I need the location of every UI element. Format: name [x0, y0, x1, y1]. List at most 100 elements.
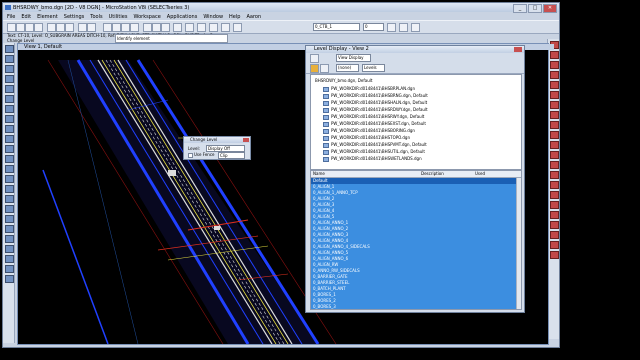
tree-item[interactable]: PW_WORKDIR:d0148441\BHSRWY.dgn, Default	[323, 114, 424, 120]
tree-item[interactable]: PW_WORKDIR:d0148441\BHSHALN.dgn, Default	[323, 100, 427, 106]
tree-item[interactable]: PW_WORKDIR:d0148441\BHSPVMT.dgn, Default	[323, 142, 427, 148]
settings-icon[interactable]	[550, 251, 559, 259]
pattern-icon[interactable]	[5, 205, 14, 213]
corridor-icon[interactable]	[550, 101, 559, 109]
dimension-icon[interactable]	[5, 195, 14, 203]
menu-file[interactable]: File	[7, 14, 15, 20]
menu-help[interactable]: Help	[229, 14, 240, 20]
modify-icon[interactable]	[5, 225, 14, 233]
copy-element-icon[interactable]	[5, 105, 14, 113]
menu-workspace[interactable]: Workspace	[133, 14, 160, 20]
alignment-icon[interactable]	[550, 71, 559, 79]
references-icon[interactable]	[103, 23, 112, 32]
zoom-icon[interactable]	[161, 23, 170, 32]
menu-tools[interactable]: Tools	[90, 14, 102, 20]
column-description[interactable]: Description	[421, 171, 444, 177]
drop-element-icon[interactable]	[5, 245, 14, 253]
properties-icon[interactable]	[550, 241, 559, 249]
menu-utilities[interactable]: Utilities	[109, 14, 128, 20]
weight-dropdown-icon[interactable]	[387, 23, 396, 32]
menu-user[interactable]: Aaron	[246, 14, 261, 20]
tree-item[interactable]: PW_WORKDIR:d0148441\BHSRDWY.dgn, Default	[323, 107, 428, 113]
fillet-icon[interactable]	[5, 155, 14, 163]
level-manager-icon[interactable]	[121, 23, 130, 32]
class-icon[interactable]	[221, 23, 230, 32]
references-toggle-icon[interactable]	[310, 64, 319, 73]
filter-dropdown[interactable]: (none)	[336, 64, 359, 72]
delete-icon[interactable]	[5, 135, 14, 143]
drainage-icon[interactable]	[550, 111, 559, 119]
tree-item[interactable]: PW_WORKDIR:d0148441\BHSWETLANDS.dgn	[323, 156, 422, 162]
copy-icon[interactable]	[56, 23, 65, 32]
place-text-icon[interactable]	[5, 85, 14, 93]
undo-icon[interactable]	[78, 23, 87, 32]
cell-icon[interactable]	[5, 185, 14, 193]
menu-settings[interactable]: Settings	[64, 14, 85, 20]
civil-icon[interactable]	[550, 61, 559, 69]
menu-window[interactable]: Window	[203, 14, 223, 20]
template-icon[interactable]	[411, 23, 420, 32]
view-rotate-icon[interactable]	[143, 23, 152, 32]
save-icon[interactable]	[25, 23, 34, 32]
place-line-icon[interactable]	[5, 55, 14, 63]
new-file-icon[interactable]	[7, 23, 16, 32]
cut-icon[interactable]	[47, 23, 56, 32]
group-icon[interactable]	[5, 215, 14, 223]
level-display-icon[interactable]	[130, 23, 139, 32]
place-arc-icon[interactable]	[5, 75, 14, 83]
open-file-icon[interactable]	[16, 23, 25, 32]
close-button[interactable]: ✕	[543, 4, 557, 13]
levels-list-icon[interactable]	[320, 64, 329, 73]
close-icon[interactable]	[514, 47, 522, 52]
view-display-dropdown[interactable]: View Display	[336, 54, 371, 62]
survey-icon[interactable]	[550, 121, 559, 129]
tree-item[interactable]: PW_WORKDIR:d0148441\BHSTOPO.dgn	[323, 135, 410, 141]
maximize-button[interactable]: □	[528, 4, 542, 13]
line-style-icon[interactable]	[399, 23, 408, 32]
paste-icon[interactable]	[65, 23, 74, 32]
transparency-icon[interactable]	[233, 23, 242, 32]
label-icon[interactable]	[550, 181, 559, 189]
menu-edit[interactable]: Edit	[21, 14, 31, 20]
text-style-icon[interactable]	[550, 51, 559, 59]
menu-applications[interactable]: Applications	[167, 14, 198, 20]
geometry-icon[interactable]	[550, 131, 559, 139]
menu-element[interactable]: Element	[37, 14, 58, 20]
tree-item[interactable]: PW_WORKDIR:d0148441\BHSBRPLAN.dgn	[323, 86, 415, 92]
cross-section-icon[interactable]	[550, 141, 559, 149]
levels-dropdown[interactable]: Levels	[362, 64, 385, 72]
close-icon[interactable]	[243, 138, 249, 142]
color-icon[interactable]	[185, 23, 194, 32]
print-icon[interactable]	[34, 23, 43, 32]
view-fit-icon[interactable]	[152, 23, 161, 32]
tree-item[interactable]: PW_WORKDIR:d0148441\BHSUTIL.dgn, Default	[323, 149, 425, 155]
report-icon[interactable]	[550, 191, 559, 199]
tree-item[interactable]: PW_WORKDIR:d0148441\BHSBRNG.dgn, Default	[323, 93, 428, 99]
level-dropdown[interactable]: 0_CTB_1	[313, 23, 360, 31]
level-select[interactable]: Display Off	[206, 145, 245, 152]
plans-icon[interactable]	[550, 161, 559, 169]
tree-item[interactable]: PW_WORKDIR:d0148441\BHSEXST.dgn, Default	[323, 121, 426, 127]
models-icon[interactable]	[112, 23, 121, 32]
import-icon[interactable]	[550, 211, 559, 219]
rotate-icon[interactable]	[5, 115, 14, 123]
sheet-icon[interactable]	[550, 171, 559, 179]
levels-scrollbar[interactable]	[516, 178, 521, 309]
render-icon[interactable]	[550, 221, 559, 229]
redo-icon[interactable]	[87, 23, 96, 32]
change-attributes-icon[interactable]	[5, 235, 14, 243]
color-dropdown[interactable]: 0	[363, 23, 384, 31]
fence-icon[interactable]	[5, 175, 14, 183]
weight-icon[interactable]	[197, 23, 206, 32]
element-selection-icon[interactable]	[5, 45, 14, 53]
tree-root[interactable]: BHSRDWY_bmo.dgn, Default	[315, 78, 372, 83]
trim-icon[interactable]	[5, 145, 14, 153]
mirror-icon[interactable]	[5, 265, 14, 273]
style-icon[interactable]	[209, 23, 218, 32]
scale-icon[interactable]	[5, 125, 14, 133]
extend-icon[interactable]	[5, 255, 14, 263]
column-name[interactable]: Name	[313, 171, 325, 177]
place-shape-icon[interactable]	[5, 65, 14, 73]
array-icon[interactable]	[5, 275, 14, 283]
profile-icon[interactable]	[550, 81, 559, 89]
